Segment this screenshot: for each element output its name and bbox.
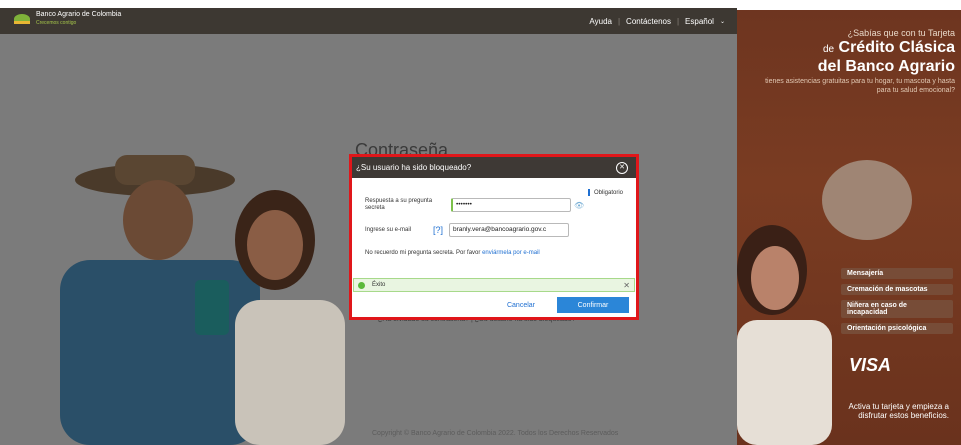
dialog-title: ¿Su usuario ha sido bloqueado? [356,163,472,172]
promo-line1: ¿Sabías que con tu Tarjeta [847,28,955,38]
promo-line2-prefix: de [822,44,835,55]
hero-people-image [60,155,345,445]
eye-icon[interactable]: 👁 [574,201,584,210]
promo-benefits-list: Mensajería Cremación de mascotas Niñera … [841,268,953,334]
required-label: Obligatorio [593,189,623,196]
footer-copyright: Copyright © Banco Agrario de Colombia 20… [372,430,619,437]
promo-item: Orientación psicológica [841,323,953,334]
nav-language[interactable]: Español [679,17,720,26]
security-answer-row: Respuesta a su pregunta secreta ••••••• … [365,198,584,212]
help-icon[interactable]: [?] [433,225,443,235]
success-icon [358,281,365,289]
dialog-actions: Cancelar Confirmar [507,297,629,313]
nav-contact[interactable]: Contáctenos [620,17,677,26]
promo-bottom-text: Activa tu tarjeta y empieza a disfrutar … [848,402,950,420]
top-nav: Ayuda | Contáctenos | Español ⌄ [583,17,725,26]
security-answer-label: Respuesta a su pregunta secreta [365,198,433,211]
email-input[interactable]: branly.vera@bancoagrario.gov.c [449,223,570,237]
brand-name: Banco Agrario de Colombia [36,11,122,18]
secret-question-note: No recuerdo mi pregunta secreta. Por fav… [365,250,540,256]
promo-banner[interactable]: ¿Sabías que con tu Tarjeta de Crédito Cl… [737,10,961,445]
promo-item: Cremación de mascotas [841,284,953,295]
cancel-button[interactable]: Cancelar [507,302,535,309]
promo-item: Mensajería [841,268,953,279]
required-legend: Obligatorio [587,189,623,196]
promo-item: Niñera en caso de incapacidad [841,300,953,318]
chevron-down-icon[interactable]: ⌄ [720,18,725,25]
email-row: Ingrese su e-mail [?] branly.vera@bancoa… [365,223,570,237]
close-icon[interactable]: ✕ [616,161,628,174]
promo-line4: tienes asistencias gratuitas para tu hog… [765,78,955,94]
logo-icon [14,14,30,24]
send-by-email-link[interactable]: enviármela por e-mail [482,250,540,256]
required-marker [587,189,590,196]
visa-logo: VISA [849,355,892,375]
nav-help[interactable]: Ayuda [583,17,618,26]
brand-logo[interactable]: Banco Agrario de Colombia Crecemos conti… [14,11,121,27]
security-answer-input[interactable]: ••••••• [451,198,571,212]
close-icon[interactable]: ✕ [623,281,630,290]
confirm-button[interactable]: Confirmar [557,297,629,313]
promo-line3: del Banco Agrario [817,58,955,75]
dialog-header: ¿Su usuario ha sido bloqueado? ✕ [352,157,636,178]
success-alert: Éxito ✕ [353,278,635,292]
secret-note-text: No recuerdo mi pregunta secreta. Por fav… [365,250,481,256]
blocked-user-dialog: ¿Su usuario ha sido bloqueado? ✕ Obligat… [349,154,639,320]
brand-subtitle: Crecemos contigo [36,20,77,26]
success-text: Éxito [372,282,386,288]
promo-line2: Crédito Clásica [838,39,955,56]
email-label: Ingrese su e-mail [365,226,412,233]
